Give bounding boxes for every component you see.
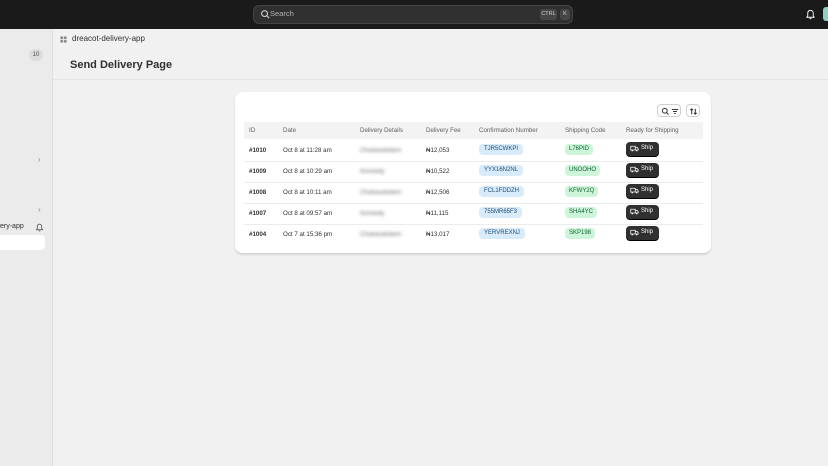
confirmation-badge: YERVREXNJ (479, 228, 525, 239)
user-avatar[interactable] (823, 7, 828, 21)
sidebar-item-app[interactable]: ery-app (0, 223, 24, 230)
order-id[interactable]: #1009 (249, 168, 266, 175)
page-title: Send Delivery Page (70, 59, 173, 71)
shipping-code-badge: SHA4YC (565, 207, 598, 218)
ship-button[interactable]: Ship (626, 184, 659, 198)
delivery-fee: ₦13,017 (426, 231, 450, 238)
chevron-right-icon[interactable]: › (38, 155, 41, 164)
chevron-right-icon[interactable]: › (38, 205, 41, 214)
table-row[interactable]: #1008 Oct 8 at 10:11 am Chukwudubem ₦12,… (244, 182, 703, 204)
delivery-details: Chukwudubem (360, 147, 402, 154)
ship-button-label: Ship (641, 166, 654, 172)
order-id[interactable]: #1010 (249, 147, 266, 154)
table-row[interactable]: #1007 Oct 8 at 09:57 am Kennedy ₦11,115 … (244, 203, 703, 225)
delivery-fee: ₦10,522 (426, 168, 450, 175)
sort-arrows-icon (689, 108, 698, 115)
order-date: Oct 7 at 15:36 pm (283, 231, 333, 238)
divider (52, 79, 828, 80)
app-grid-icon (60, 36, 67, 43)
ship-button-label: Ship (641, 187, 654, 193)
delivery-details: Chukwudubem (360, 189, 402, 196)
order-date: Oct 8 at 11:28 am (283, 147, 332, 154)
column-header-shipping-code: Shipping Code (565, 127, 606, 134)
delivery-fee: ₦12,053 (426, 147, 450, 154)
search-filter-button[interactable] (657, 104, 681, 117)
truck-icon (630, 145, 639, 152)
order-id[interactable]: #1008 (249, 189, 266, 196)
truck-icon (630, 208, 639, 215)
filter-icon (671, 109, 679, 114)
notification-bell-icon[interactable] (805, 9, 816, 20)
column-header-ready: Ready for Shipping (626, 127, 679, 134)
order-date: Oct 8 at 10:29 am (283, 168, 333, 175)
ship-button[interactable]: Ship (626, 142, 659, 156)
shipping-code-badge: L76PID (565, 144, 594, 155)
confirmation-badge: 755MR65F3 (479, 207, 523, 218)
delivery-details: Chukwudubem (360, 231, 402, 238)
delivery-fee: ₦12,506 (426, 189, 450, 196)
column-header-confirmation: Confirmation Number (479, 127, 538, 134)
order-date: Oct 8 at 10:11 am (283, 189, 332, 196)
truck-icon (630, 187, 639, 194)
ship-button-label: Ship (641, 145, 654, 151)
table-row[interactable]: #1010 Oct 8 at 11:28 am Chukwudubem ₦12,… (244, 140, 703, 162)
search-bar[interactable]: Search CTRL K (253, 5, 573, 24)
sort-button[interactable] (686, 104, 700, 117)
column-header-date: Date (283, 127, 297, 134)
order-id[interactable]: #1007 (249, 210, 266, 217)
orders-card: ID Date Delivery Details Delivery Fee Co… (235, 92, 711, 254)
table-row[interactable]: #1009 Oct 8 at 10:29 am Kennedy ₦10,522 … (244, 161, 703, 183)
shortcut-k-key: K (560, 9, 570, 20)
shipping-code-badge: KFWY2Q (565, 186, 599, 197)
shortcut-ctrl-key: CTRL (540, 9, 557, 20)
breadcrumb[interactable]: dreacot-delivery-app (72, 34, 145, 43)
ship-button[interactable]: Ship (626, 205, 659, 219)
confirmation-badge: TJR5CWKPI (479, 144, 524, 155)
table-row[interactable]: #1004 Oct 7 at 15:36 pm Chukwudubem ₦13,… (244, 224, 703, 245)
sidebar-item-active[interactable] (0, 235, 45, 250)
column-header-id: ID (249, 127, 256, 134)
order-date: Oct 8 at 09:57 am (283, 210, 333, 217)
top-bar: Search CTRL K (0, 0, 828, 29)
shipping-code-badge: UNOOHO (565, 165, 600, 176)
sidebar: 10 › › ery-app (0, 29, 53, 466)
sidebar-count-badge: 10 (29, 49, 43, 61)
column-header-fee: Delivery Fee (426, 127, 461, 134)
delivery-fee: ₦11,115 (426, 210, 449, 217)
ship-button-label: Ship (641, 229, 654, 235)
truck-icon (630, 166, 639, 173)
truck-icon (630, 229, 639, 236)
confirmation-badge: FCL1FDDZH (479, 186, 525, 197)
ship-button[interactable]: Ship (626, 226, 659, 240)
delivery-details: Kennedy (360, 168, 385, 175)
ship-button[interactable]: Ship (626, 163, 659, 177)
bell-icon[interactable] (35, 223, 44, 232)
order-id[interactable]: #1004 (249, 231, 266, 238)
column-header-details: Delivery Details (360, 127, 403, 134)
shipping-code-badge: SKP198 (565, 228, 596, 239)
delivery-details: Kennedy (360, 210, 385, 217)
ship-button-label: Ship (641, 208, 654, 214)
confirmation-badge: YYX16N2NL (479, 165, 524, 176)
search-placeholder: Search (270, 9, 294, 18)
table-header: ID Date Delivery Details Delivery Fee Co… (244, 122, 703, 139)
search-icon (661, 107, 669, 115)
